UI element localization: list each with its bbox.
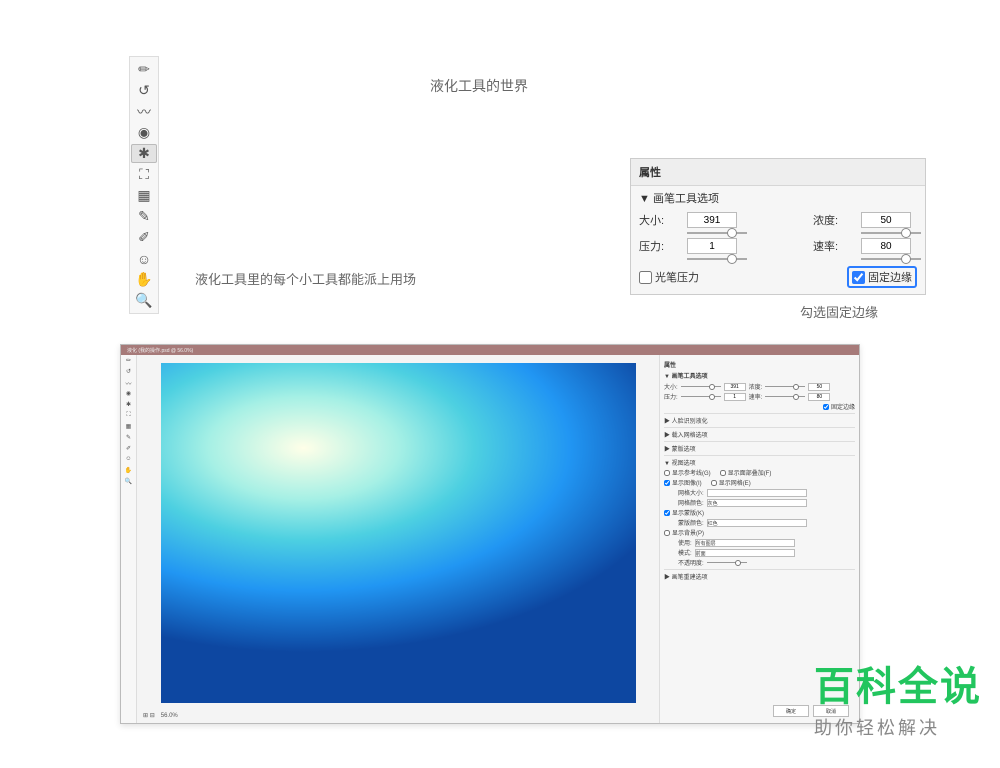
rp-showbg-checkbox[interactable]	[664, 530, 670, 536]
panel-title: 属性	[631, 159, 925, 186]
pin-edges-checkbox[interactable]: 固定边缘	[852, 269, 912, 285]
freeze-mask-icon[interactable]: ✎	[126, 434, 131, 445]
forward-warp-icon[interactable]: ✏	[131, 60, 157, 79]
rp-size-slider[interactable]	[681, 386, 721, 387]
brush-options-panel: 属性 ▼ 画笔工具选项 大小: 浓度: 压力: 速率: 光笔压力 固定边缘	[630, 158, 926, 295]
size-slider[interactable]	[687, 232, 747, 234]
window-titlebar: 液化 (我的操作.psd @ 56.0%)	[121, 345, 859, 355]
ok-button[interactable]: 确定	[773, 705, 809, 717]
rp-face-section[interactable]: ▶ 人脸识别液化	[664, 413, 855, 425]
rp-density-slider[interactable]	[765, 386, 805, 387]
smooth-icon[interactable]: 〰	[125, 379, 131, 390]
rp-guides-checkbox[interactable]	[664, 470, 670, 476]
twirl-icon[interactable]: ◉	[126, 390, 131, 401]
hand-icon[interactable]: ✋	[125, 467, 132, 478]
rate-slider[interactable]	[861, 258, 921, 260]
hand-icon[interactable]: ✋	[131, 270, 157, 289]
pucker-icon[interactable]: ✱	[131, 144, 157, 163]
liquify-window: 液化 (我的操作.psd @ 56.0%) ✏ ↺ 〰 ◉ ✱ ⛶ ▦ ✎ ✐ …	[120, 344, 860, 724]
page-title: 液化工具的世界	[430, 76, 528, 96]
rp-density-input[interactable]	[808, 383, 830, 391]
rp-maskcolor-select[interactable]: 红色	[707, 519, 807, 527]
face-icon[interactable]: ☺	[125, 456, 131, 467]
face-icon[interactable]: ☺	[131, 249, 157, 268]
rp-pressure-slider[interactable]	[681, 396, 721, 397]
rp-recon-section[interactable]: ▶ 画笔重建选项	[664, 569, 855, 581]
panel-section: ▼ 画笔工具选项	[631, 186, 925, 210]
reconstruct-icon[interactable]: ↺	[131, 81, 157, 100]
rp-section: ▼ 画笔工具选项	[664, 371, 855, 380]
rp-rate-slider[interactable]	[765, 396, 805, 397]
density-slider[interactable]	[861, 232, 921, 234]
site-watermark: 百科全说 助你轻松解决	[814, 654, 982, 740]
freeze-mask-icon[interactable]: ✎	[131, 207, 157, 226]
rp-faceoverlay-checkbox[interactable]	[720, 470, 726, 476]
reconstruct-icon[interactable]: ↺	[126, 368, 131, 379]
watermark-sub: 助你轻松解决	[814, 714, 982, 740]
rp-mesh-section[interactable]: ▶ 载入网格选项	[664, 427, 855, 439]
zoom-icon[interactable]: 🔍	[125, 478, 132, 489]
gradient-canvas[interactable]	[161, 363, 636, 703]
rp-opacity-slider[interactable]	[707, 562, 747, 563]
liquify-toolbar: ✏ ↺ 〰 ◉ ✱ ⛶ ▦ ✎ ✐ ☺ ✋ 🔍	[129, 56, 159, 314]
rp-title: 属性	[664, 360, 855, 369]
rp-use-select[interactable]: 所有图层	[695, 539, 795, 547]
twirl-icon[interactable]: ◉	[131, 123, 157, 142]
bloat-icon[interactable]: ⛶	[131, 165, 157, 184]
smooth-icon[interactable]: 〰	[131, 102, 157, 121]
rate-input[interactable]	[861, 238, 911, 254]
mini-toolbar: ✏ ↺ 〰 ◉ ✱ ⛶ ▦ ✎ ✐ ☺ ✋ 🔍	[121, 355, 137, 723]
page-subtitle: 液化工具里的每个小工具都能派上用场	[195, 269, 416, 288]
rp-size-input[interactable]	[724, 383, 746, 391]
size-input[interactable]	[687, 212, 737, 228]
thaw-mask-icon[interactable]: ✐	[131, 228, 157, 247]
rp-mode-select[interactable]: 前面	[695, 549, 795, 557]
push-left-icon[interactable]: ▦	[131, 186, 157, 205]
rp-pressure-input[interactable]	[724, 393, 746, 401]
forward-warp-icon[interactable]: ✏	[126, 357, 131, 368]
rp-view-section[interactable]: ▼ 视图选项	[664, 455, 855, 467]
rp-meshsize-select[interactable]	[707, 489, 807, 497]
pen-pressure-checkbox[interactable]: 光笔压力	[639, 269, 699, 285]
density-label: 浓度:	[813, 212, 853, 228]
pressure-input[interactable]	[687, 238, 737, 254]
rp-showmask-checkbox[interactable]	[664, 510, 670, 516]
rp-edge-checkbox[interactable]	[823, 404, 829, 410]
rp-rate-input[interactable]	[808, 393, 830, 401]
rp-image-checkbox[interactable]	[664, 480, 670, 486]
watermark-title: 百科全说	[814, 654, 982, 712]
density-input[interactable]	[861, 212, 911, 228]
rp-mask-section[interactable]: ▶ 蒙版选项	[664, 441, 855, 453]
pressure-label: 压力:	[639, 238, 679, 254]
zoom-icon[interactable]: 🔍	[131, 291, 157, 310]
push-left-icon[interactable]: ▦	[126, 423, 132, 434]
rp-showmesh-checkbox[interactable]	[711, 480, 717, 486]
page-note: 勾选固定边缘	[800, 302, 878, 321]
rate-label: 速率:	[813, 238, 853, 254]
size-label: 大小:	[639, 212, 679, 228]
pucker-icon[interactable]: ✱	[126, 401, 131, 412]
rp-meshcolor-select[interactable]: 灰色	[707, 499, 807, 507]
zoom-indicator: ⊞ ⊟ 56.0%	[143, 712, 178, 719]
pressure-slider[interactable]	[687, 258, 747, 260]
canvas-area[interactable]	[137, 355, 659, 723]
thaw-mask-icon[interactable]: ✐	[126, 445, 131, 456]
bloat-icon[interactable]: ⛶	[126, 412, 130, 423]
